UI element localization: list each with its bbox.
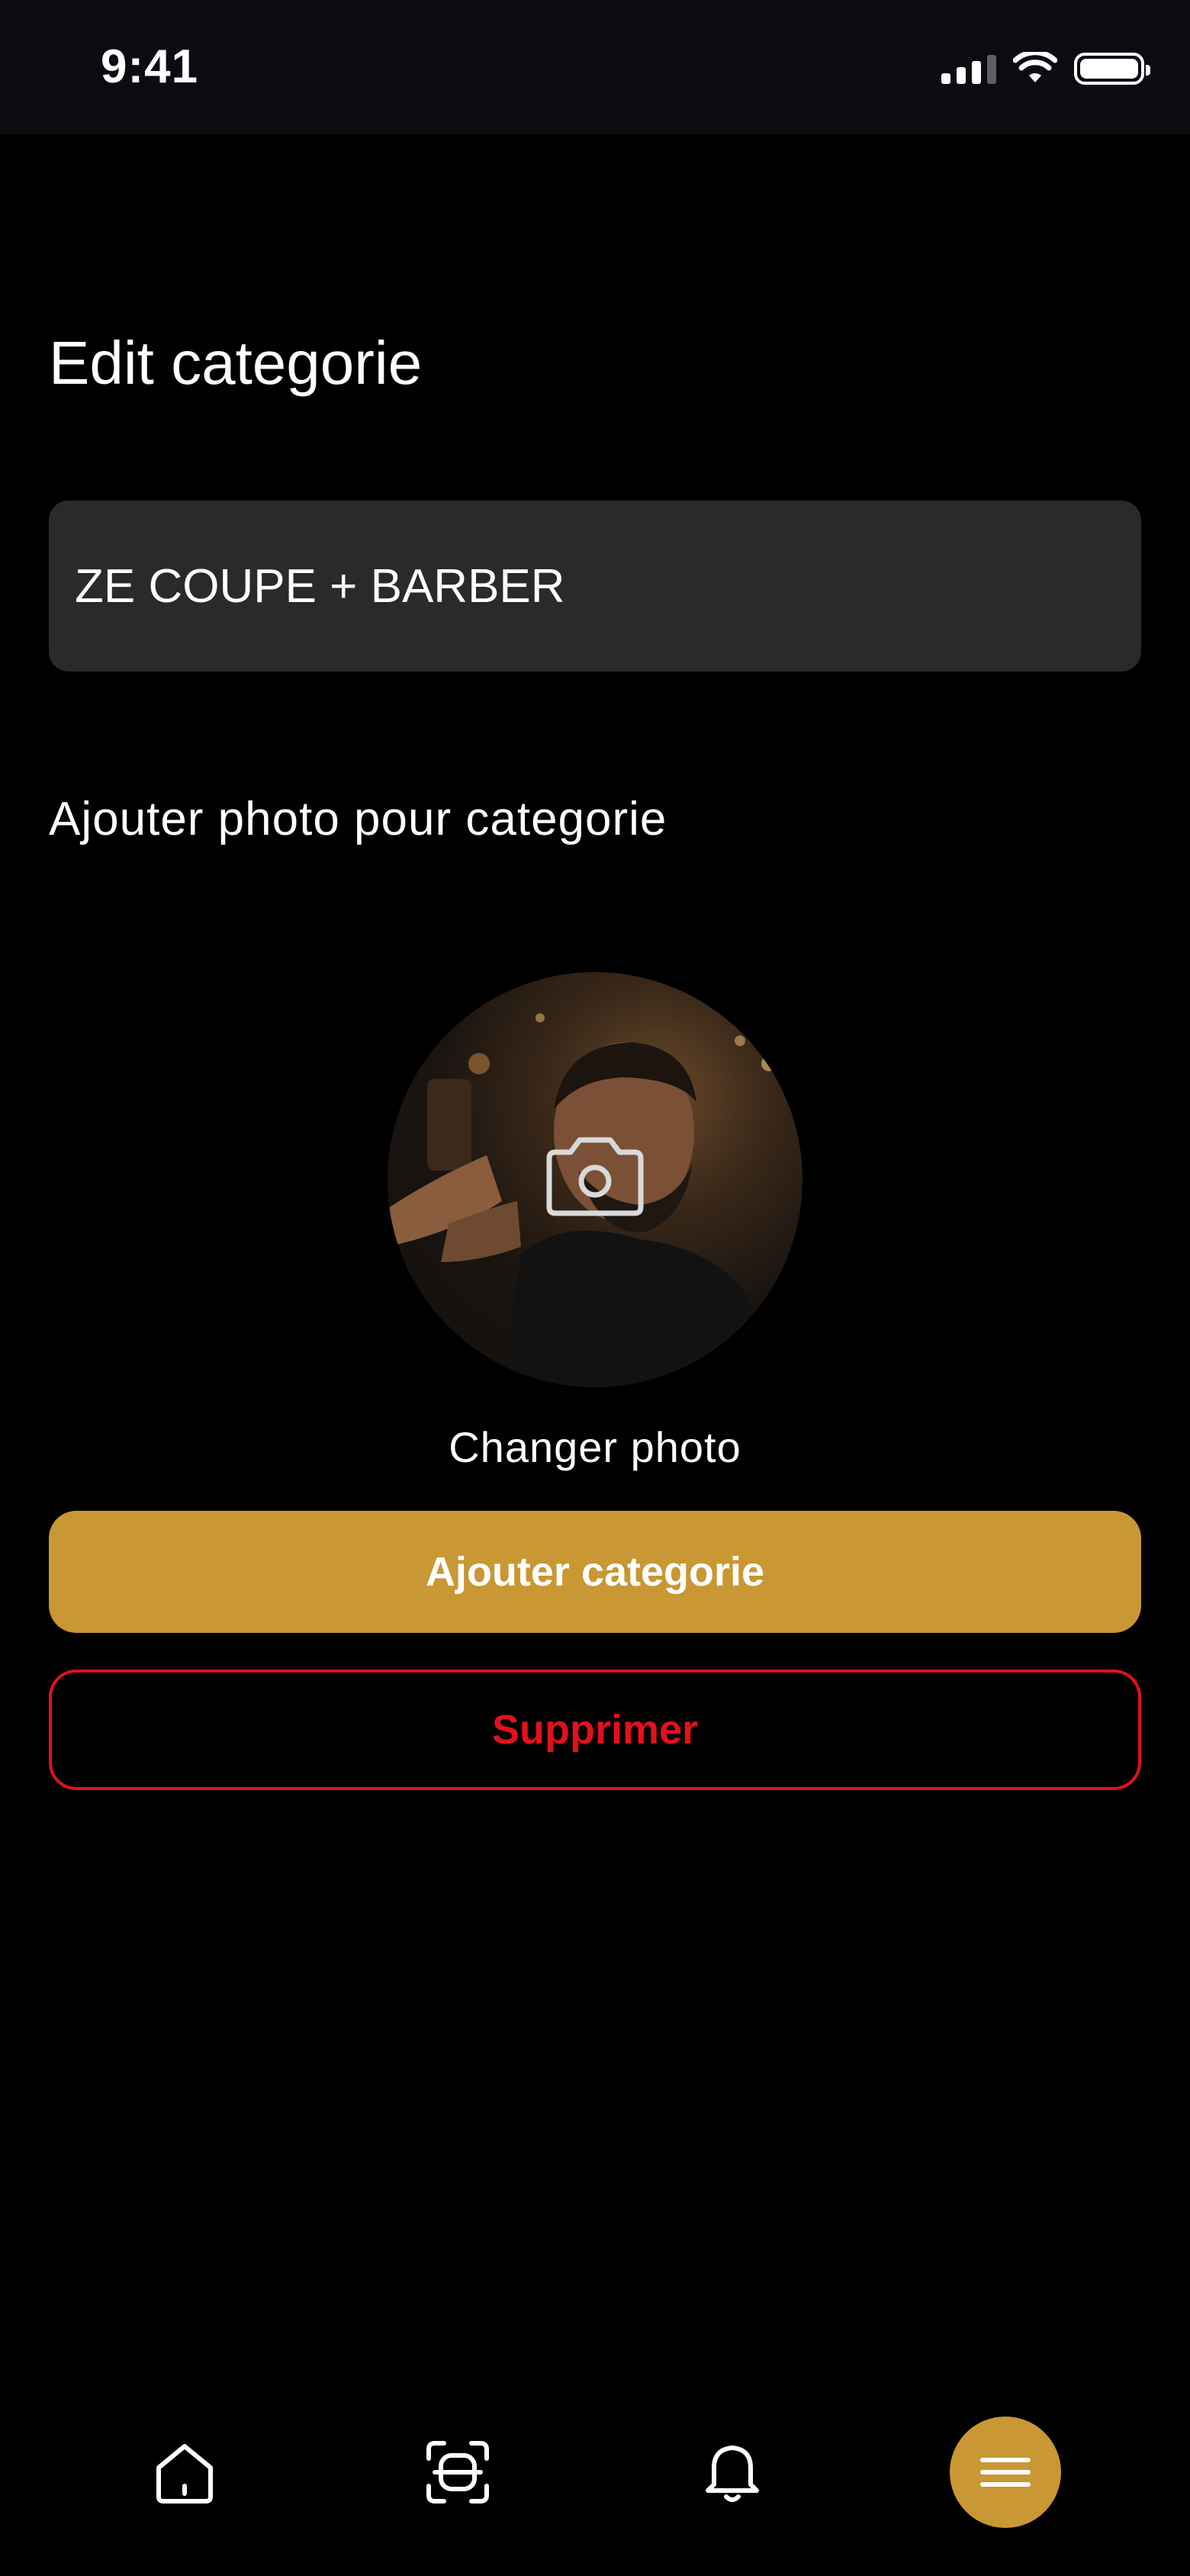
cellular-signal-icon bbox=[941, 53, 996, 84]
home-icon bbox=[156, 2444, 213, 2504]
category-photo-picker[interactable] bbox=[388, 972, 802, 1387]
status-icons bbox=[941, 52, 1150, 85]
tab-menu[interactable] bbox=[950, 2417, 1061, 2528]
menu-icon bbox=[980, 2458, 1031, 2487]
scan-icon bbox=[426, 2441, 489, 2504]
add-category-button[interactable]: Ajouter categorie bbox=[49, 1511, 1141, 1633]
tab-scan[interactable] bbox=[397, 2411, 519, 2533]
tab-home[interactable] bbox=[124, 2411, 246, 2533]
delete-button[interactable]: Supprimer bbox=[49, 1670, 1141, 1790]
status-time: 9:41 bbox=[101, 40, 199, 93]
bottom-tab-bar bbox=[0, 2411, 1190, 2533]
wifi-icon bbox=[1013, 52, 1057, 82]
change-photo-label[interactable]: Changer photo bbox=[0, 1422, 1190, 1472]
category-name-input[interactable] bbox=[49, 501, 1141, 671]
page-title: Edit categorie bbox=[49, 329, 423, 397]
photo-section-label: Ajouter photo pour categorie bbox=[49, 793, 667, 845]
tab-notifications[interactable] bbox=[671, 2411, 793, 2533]
camera-icon bbox=[546, 1137, 644, 1216]
battery-icon bbox=[1074, 53, 1150, 85]
status-bar: 9:41 bbox=[0, 0, 1190, 134]
bell-icon bbox=[706, 2446, 759, 2502]
